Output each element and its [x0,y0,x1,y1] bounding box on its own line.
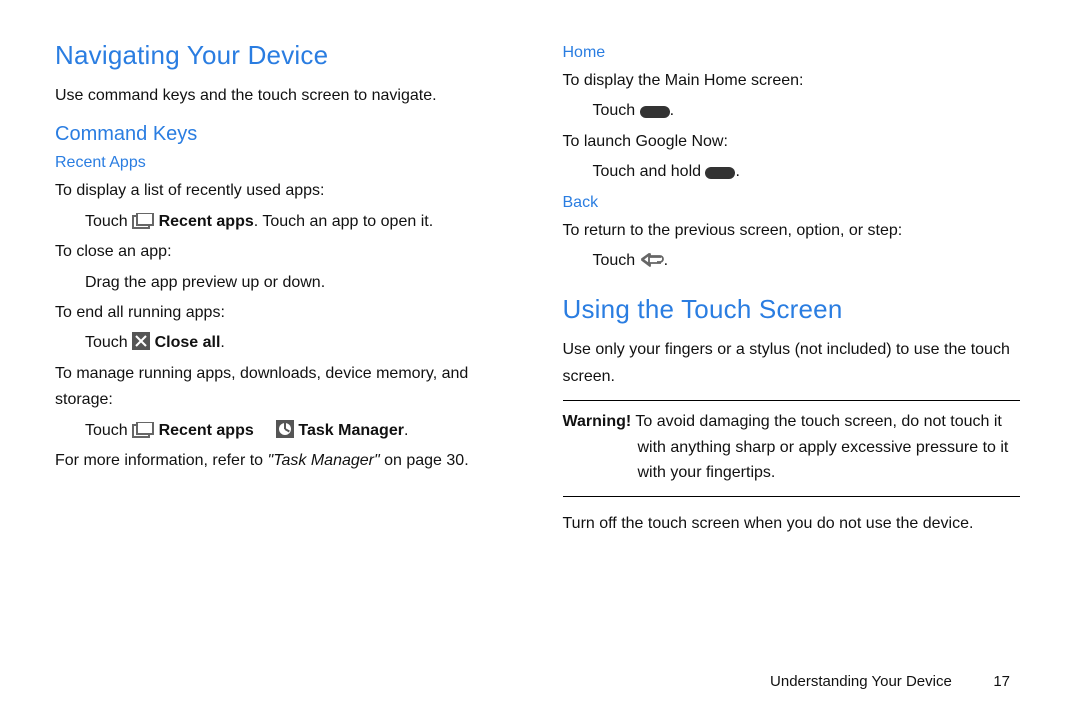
touch-label: Touch [593,252,640,269]
recent-apps-label: Recent apps [159,422,254,439]
left-column: Navigating Your Device Use command keys … [55,40,513,541]
end-apps-action: Touch Close all. [55,330,513,356]
page-number: 17 [980,673,1010,690]
touch-label: Touch [85,334,132,351]
xref-suffix: on page 30. [380,452,469,469]
recent-apps-icon [132,422,154,438]
close-app-intro: To close an app: [55,239,513,265]
home-intro: To display the Main Home screen: [563,68,1021,94]
manage-apps-intro: To manage running apps, downloads, devic… [55,361,513,414]
recent-apps-icon [132,213,154,229]
touchscreen-intro: Use only your fingers or a stylus (not i… [563,337,1021,390]
warning-body: To avoid damaging the touch screen, do n… [631,413,1008,481]
two-column-layout: Navigating Your Device Use command keys … [55,40,1020,541]
google-now-intro: To launch Google Now: [563,129,1021,155]
heading-command-keys: Command Keys [55,123,513,146]
xref-title: "Task Manager" [268,452,380,469]
xref-task-manager: For more information, refer to "Task Man… [55,448,513,474]
task-manager-icon [276,420,294,438]
task-manager-label: Task Manager [298,422,404,439]
home-button-icon [640,106,670,118]
manual-page: Navigating Your Device Use command keys … [0,0,1080,720]
touchscreen-note: Turn off the touch screen when you do no… [563,511,1021,537]
warning-box: Warning! To avoid damaging the touch scr… [563,400,1021,497]
touch-hold-label: Touch and hold [593,163,706,180]
heading-home: Home [563,44,1021,62]
heading-navigating-device: Navigating Your Device [55,40,513,71]
period: . [220,334,224,351]
touch-label: Touch [85,422,132,439]
warning-text: Warning! To avoid damaging the touch scr… [563,409,1021,486]
home-action: Touch . [563,98,1021,124]
heading-recent-apps: Recent Apps [55,154,513,172]
back-action: Touch . [563,248,1021,274]
close-all-icon [132,332,150,350]
heading-back: Back [563,194,1021,212]
footer-section-title: Understanding Your Device [770,673,952,690]
end-apps-intro: To end all running apps: [55,300,513,326]
page-footer: Understanding Your Device 17 [770,673,1010,690]
recent-apps-suffix: . Touch an app to open it. [254,213,433,230]
manage-apps-action: Touch Recent apps Task Manager. [55,418,513,444]
xref-prefix: For more information, refer to [55,452,268,469]
period: . [404,422,408,439]
close-app-action: Drag the app preview up or down. [55,270,513,296]
period: . [735,163,739,180]
close-all-label: Close all [155,334,221,351]
back-intro: To return to the previous screen, option… [563,218,1021,244]
navigating-intro: Use command keys and the touch screen to… [55,83,513,109]
home-button-icon [705,167,735,179]
recent-apps-intro: To display a list of recently used apps: [55,178,513,204]
heading-touch-screen: Using the Touch Screen [563,294,1021,325]
back-icon [640,252,664,268]
recent-apps-action: Touch Recent apps. Touch an app to open … [55,209,513,235]
right-column: Home To display the Main Home screen: To… [563,40,1021,541]
touch-label: Touch [85,213,132,230]
touch-label: Touch [593,102,640,119]
recent-apps-label: Recent apps [159,213,254,230]
warning-label: Warning! [563,413,632,430]
period: . [664,252,668,269]
period: . [670,102,674,119]
google-now-action: Touch and hold . [563,159,1021,185]
